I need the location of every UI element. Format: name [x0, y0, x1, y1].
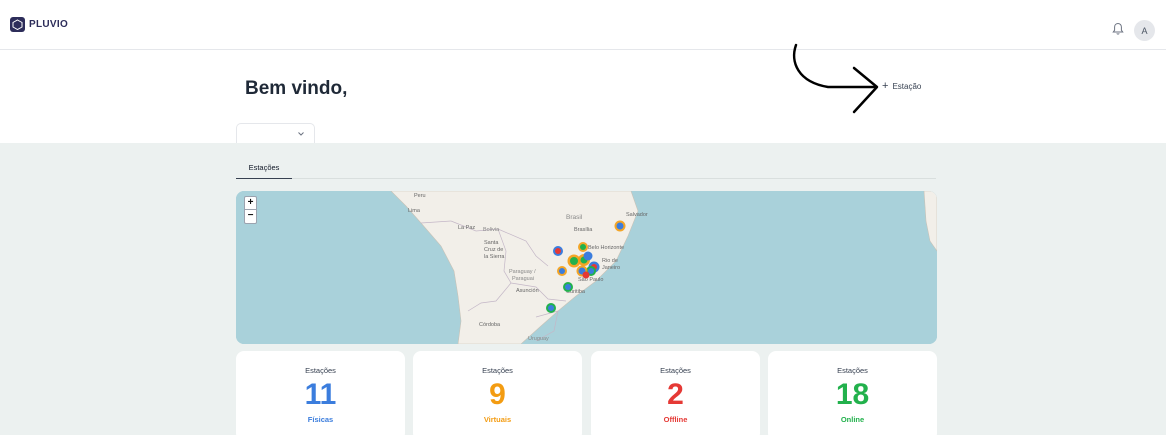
stat-sublabel: Offline [663, 415, 688, 424]
stat-sublabel: Virtuais [483, 415, 512, 424]
stat-card-offline: Estações 2 Offline [591, 351, 760, 435]
map-label: Lima [408, 208, 421, 214]
map-label: Belo Horizonte [588, 245, 624, 251]
stat-value: 18 [835, 378, 870, 411]
map-canvas[interactable]: Peru Lima Brasil Salvador La Paz Bolivia… [236, 191, 937, 344]
user-avatar[interactable]: A [1134, 20, 1155, 41]
map-label: Uruguay [528, 336, 549, 342]
map-label: Cruz de [484, 247, 503, 253]
selector-value [245, 130, 293, 138]
chevron-down-icon [298, 132, 304, 136]
map-label: Salvador [626, 212, 648, 218]
map-label: Paraguai [512, 276, 534, 282]
map-label: Santa [484, 240, 499, 246]
stat-value: 11 [304, 378, 337, 411]
annotation-arrow-icon [792, 43, 879, 114]
stat-card-virtuais: Estações 9 Virtuais [413, 351, 582, 435]
zoom-in-button[interactable]: + [245, 197, 256, 210]
stat-value: 9 [489, 378, 506, 411]
stat-value: 2 [667, 378, 684, 411]
top-bar: PLUVIO A [0, 0, 1166, 50]
plus-icon: + [882, 80, 889, 92]
map-label: São Paulo [578, 277, 603, 283]
map-label: Brasília [574, 227, 593, 233]
map-label: Janeiro [602, 265, 620, 271]
map-zoom-control: + − [244, 196, 257, 224]
add-station-label: Estação [892, 81, 922, 91]
pluvio-logo-icon [10, 17, 25, 32]
tab-estacoes[interactable]: Estações [236, 159, 292, 179]
map-label: Córdoba [479, 322, 501, 328]
stat-card-fisicas: Estações 11 Físicas [236, 351, 405, 435]
stat-label: Estações [660, 366, 691, 375]
stat-label: Estações [482, 366, 513, 375]
brand-logo[interactable]: PLUVIO [10, 17, 68, 32]
brand-name: PLUVIO [29, 19, 69, 30]
stat-label: Estações [305, 366, 336, 375]
add-station-button[interactable]: + Estação [882, 80, 921, 92]
map-label: Peru [414, 193, 426, 199]
map-label: Asunción [516, 288, 539, 294]
page-title: Bem vindo, [245, 78, 348, 99]
map-label: Paraguay / [509, 269, 536, 275]
stat-card-online: Estações 18 Online [768, 351, 937, 435]
map-label: la Sierra [484, 254, 505, 260]
dashboard-content: Estações Peru Lima Brasil Salvador La Pa… [0, 143, 1166, 435]
stat-label: Estações [837, 366, 868, 375]
map-label: La Paz [458, 225, 475, 231]
tab-bar: Estações [236, 159, 936, 179]
organization-selector[interactable] [236, 123, 315, 143]
stations-map[interactable]: Peru Lima Brasil Salvador La Paz Bolivia… [236, 191, 937, 344]
map-label: Brasil [566, 214, 583, 221]
zoom-out-button[interactable]: − [245, 210, 256, 223]
stat-sublabel: Físicas [307, 415, 334, 424]
map-label: Rio de [602, 258, 618, 264]
map-label: Bolivia [483, 227, 500, 233]
bell-icon[interactable] [1112, 22, 1124, 36]
stat-sublabel: Online [840, 415, 865, 424]
